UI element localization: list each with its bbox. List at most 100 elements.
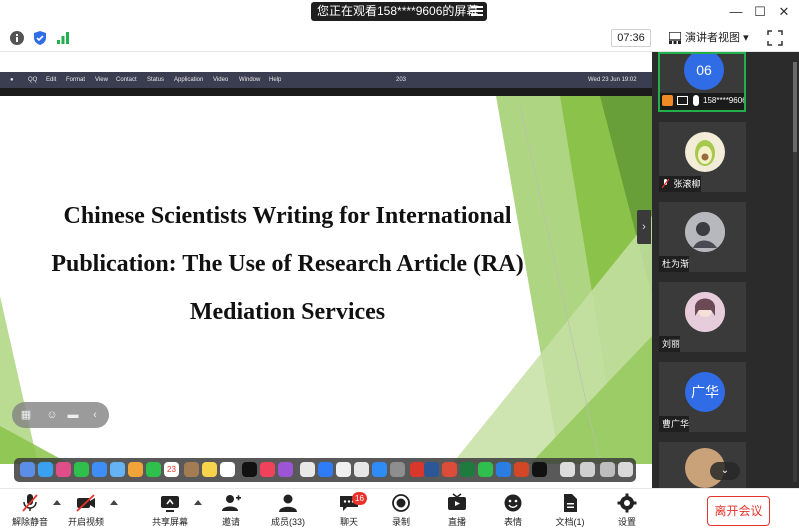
help-icon[interactable] bbox=[354, 462, 369, 477]
participant-tile[interactable]: 张滚柳 bbox=[659, 122, 746, 192]
participant-tile[interactable]: 06 158****9606的屏幕 bbox=[658, 52, 746, 112]
word-icon[interactable] bbox=[424, 462, 439, 477]
app-store-icon[interactable] bbox=[372, 462, 387, 477]
leave-meeting-button[interactable]: 离开会议 bbox=[707, 496, 770, 526]
shield-icon[interactable] bbox=[32, 30, 48, 46]
mac-menu-item: Help bbox=[269, 77, 282, 83]
excel-icon[interactable] bbox=[460, 462, 475, 477]
video-button[interactable]: 开启视频 bbox=[66, 493, 106, 531]
documents-label: 文档(1) bbox=[555, 517, 585, 527]
battery-readout: 203 bbox=[396, 77, 407, 83]
podcasts-icon[interactable] bbox=[278, 462, 293, 477]
members-icon bbox=[279, 494, 297, 512]
fullscreen-icon[interactable] bbox=[767, 30, 783, 46]
top-toolbar: 07:36 演讲者视图 ▾ bbox=[0, 24, 799, 52]
members-button[interactable]: 成员(33) bbox=[268, 493, 308, 531]
camera-off-icon bbox=[76, 494, 95, 512]
qq-icon[interactable] bbox=[532, 462, 547, 477]
participant-tile[interactable]: 刘丽 bbox=[659, 282, 746, 352]
chrome-icon[interactable] bbox=[442, 462, 457, 477]
unmute-label: 解除静音 bbox=[11, 517, 48, 527]
calendar-icon[interactable]: 23 bbox=[164, 462, 179, 477]
reminders-icon[interactable] bbox=[220, 462, 235, 477]
comment-icon[interactable]: ▬ bbox=[66, 408, 80, 422]
maps-icon[interactable] bbox=[110, 462, 125, 477]
messages-icon[interactable] bbox=[74, 462, 89, 477]
title-bar: 您正在观看158****9606的屏幕 — ☐ ✕ bbox=[0, 0, 799, 24]
mac-menu-item: Window bbox=[239, 77, 261, 83]
meeting-window: 您正在观看158****9606的屏幕 — ☐ ✕ 07:36 演讲者视图 ▾ … bbox=[0, 0, 799, 532]
chevron-up-icon[interactable] bbox=[53, 499, 61, 505]
documents-button[interactable]: 文档(1) bbox=[552, 493, 588, 531]
participant-name: 曹广华 bbox=[662, 419, 690, 429]
close-button[interactable]: ✕ bbox=[775, 3, 793, 21]
trash-icon[interactable] bbox=[618, 462, 633, 477]
wechat-icon[interactable] bbox=[478, 462, 493, 477]
mac-menu-item: Contact bbox=[116, 77, 137, 83]
document-icon bbox=[564, 494, 577, 512]
participant-tile[interactable]: 广华 曹广华 bbox=[659, 362, 746, 432]
facetime-icon[interactable] bbox=[146, 462, 161, 477]
tencent-meeting-icon[interactable] bbox=[496, 462, 511, 477]
shapes-icon[interactable]: ▦ bbox=[19, 408, 33, 422]
keynote-icon[interactable] bbox=[300, 462, 315, 477]
tv-icon[interactable] bbox=[242, 462, 257, 477]
participant-name: 刘丽 bbox=[662, 339, 681, 349]
safari-icon[interactable] bbox=[38, 462, 53, 477]
screenshot-icon[interactable] bbox=[580, 462, 595, 477]
settings-button[interactable]: 设置 bbox=[612, 493, 642, 531]
music-icon[interactable] bbox=[260, 462, 275, 477]
numbers-icon[interactable] bbox=[318, 462, 333, 477]
grid-view-icon bbox=[669, 32, 681, 44]
mac-menu-bar: ● QQ Edit Format View Contact Status App… bbox=[0, 72, 652, 88]
mail-icon[interactable] bbox=[92, 462, 107, 477]
pages-icon[interactable] bbox=[336, 462, 351, 477]
chevron-down-icon[interactable]: ⌄ bbox=[710, 462, 740, 480]
mic-icon bbox=[693, 95, 699, 106]
info-icon[interactable] bbox=[9, 30, 25, 46]
share-screen-icon bbox=[161, 496, 179, 512]
minimize-button[interactable]: — bbox=[727, 3, 745, 21]
record-button[interactable]: 录制 bbox=[386, 493, 416, 531]
mac-menu-item: Edit bbox=[46, 77, 57, 83]
settings-label: 设置 bbox=[617, 517, 636, 527]
chevron-left-icon[interactable]: ‹ bbox=[88, 408, 102, 422]
powerpoint-icon[interactable] bbox=[514, 462, 529, 477]
participant-name-bar: 曹广华 bbox=[659, 416, 690, 432]
share-screen-label: 共享屏幕 bbox=[151, 517, 188, 527]
contacts-icon[interactable] bbox=[184, 462, 199, 477]
unmute-button[interactable]: 解除静音 bbox=[10, 493, 50, 531]
panel-scrollbar[interactable] bbox=[792, 62, 798, 482]
chevron-up-icon[interactable] bbox=[110, 499, 118, 505]
launchpad-icon[interactable] bbox=[56, 462, 71, 477]
finder-icon[interactable] bbox=[20, 462, 35, 477]
photos-icon[interactable] bbox=[128, 462, 143, 477]
meeting-timer: 07:36 bbox=[611, 29, 651, 47]
acrobat-icon[interactable] bbox=[410, 462, 425, 477]
mac-menu-item: View bbox=[95, 77, 108, 83]
invite-button[interactable]: 邀请 bbox=[214, 493, 248, 531]
view-label: 演讲者视图 bbox=[685, 32, 740, 44]
folder-icon[interactable] bbox=[600, 462, 615, 477]
participant-tile[interactable]: 杜为渐 bbox=[659, 202, 746, 272]
photo-avatar-icon bbox=[685, 292, 725, 332]
tile-toolbar: 158****9606的屏幕 bbox=[660, 93, 744, 110]
live-button[interactable]: 直播 bbox=[442, 493, 472, 531]
share-screen-button[interactable]: 共享屏幕 bbox=[150, 493, 190, 531]
maximize-button[interactable]: ☐ bbox=[751, 3, 769, 21]
slide-controls[interactable]: ▦ ☺ ▬ ‹ bbox=[12, 402, 109, 428]
share-banner[interactable]: 您正在观看158****9606的屏幕 bbox=[311, 2, 487, 21]
notes-icon[interactable] bbox=[202, 462, 217, 477]
chevron-up-icon[interactable] bbox=[194, 499, 202, 505]
chat-button[interactable]: 16 聊天 bbox=[332, 492, 367, 531]
system-preferences-icon[interactable] bbox=[390, 462, 405, 477]
menu-icon[interactable] bbox=[471, 6, 483, 17]
emoji-icon[interactable]: ☺ bbox=[45, 408, 59, 422]
signal-icon[interactable] bbox=[55, 30, 71, 46]
speaker-view-button[interactable]: 演讲者视图 ▾ bbox=[667, 29, 761, 47]
host-icon bbox=[662, 95, 673, 106]
shared-screen[interactable]: ● QQ Edit Format View Contact Status App… bbox=[0, 52, 652, 488]
document-icon[interactable] bbox=[560, 462, 575, 477]
chevron-right-icon[interactable]: › bbox=[637, 210, 651, 244]
reaction-button[interactable]: 表情 bbox=[498, 493, 528, 531]
